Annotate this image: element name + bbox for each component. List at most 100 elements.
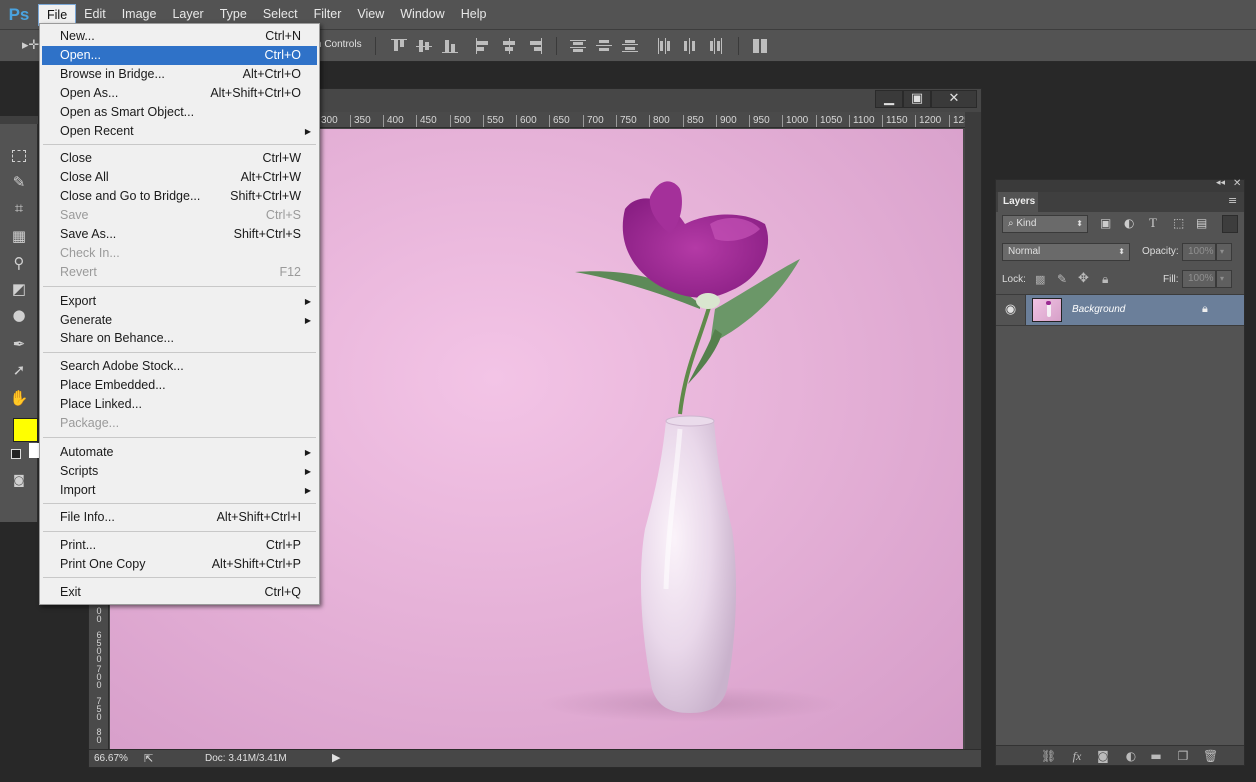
menu-edit[interactable]: Edit (76, 4, 114, 25)
menu-item-close-all[interactable]: Close All Alt+Ctrl+W (42, 168, 317, 187)
path-selection-tool-icon[interactable]: ➚ (9, 360, 29, 380)
blend-mode-dropdown[interactable]: Normal ⬍ (1002, 243, 1130, 261)
marquee-tool-icon[interactable] (9, 146, 29, 166)
menu-item-scripts[interactable]: Scripts ▶ (42, 462, 317, 481)
menu-item-generate[interactable]: Generate ▶ (42, 311, 317, 330)
blur-tool-icon[interactable]: ● (9, 305, 29, 325)
minimize-icon[interactable]: ▁ (875, 90, 903, 108)
menu-item-open-recent[interactable]: Open Recent ▶ (42, 122, 317, 141)
layer-style-fx-icon[interactable]: fx (1070, 749, 1084, 763)
menu-filter[interactable]: Filter (306, 4, 350, 25)
pen-tool-icon[interactable]: ✒ (9, 334, 29, 354)
transform-controls-label[interactable]: n Controls (316, 39, 362, 50)
menu-item-open[interactable]: Open... Ctrl+O (42, 46, 317, 65)
distribute-right-icon[interactable] (708, 38, 724, 54)
menu-item-share-on-behance[interactable]: Share on Behance... (42, 329, 317, 348)
lock-position-icon[interactable]: ✥ (1078, 271, 1089, 286)
panel-menu-icon[interactable]: ≡ (1228, 194, 1237, 207)
foreground-color-swatch[interactable] (13, 418, 38, 442)
menu-item-search-adobe-stock[interactable]: Search Adobe Stock... (42, 357, 317, 376)
adjustment-layer-icon[interactable]: ◐ (1124, 749, 1138, 763)
menu-item-file-info[interactable]: File Info... Alt+Shift+Ctrl+I (42, 508, 317, 527)
distribute-bottom-icon[interactable] (622, 38, 638, 54)
eraser-tool-icon[interactable]: ◩ (9, 279, 29, 299)
distribute-top-icon[interactable] (570, 38, 586, 54)
lock-pixels-icon[interactable]: ✎ (1057, 272, 1067, 286)
filter-adjustment-icon[interactable]: ◐ (1124, 216, 1134, 230)
align-vcenter-icon[interactable] (416, 38, 432, 54)
hand-tool-icon[interactable]: ✋ (9, 388, 29, 408)
lock-all-icon[interactable]: 🔒︎ (1102, 272, 1108, 287)
new-layer-icon[interactable]: ❐ (1176, 749, 1190, 763)
align-left-icon[interactable] (475, 38, 491, 54)
restore-icon[interactable]: ▣ (903, 90, 931, 108)
new-group-folder-icon[interactable]: ▬ (1149, 749, 1163, 763)
menu-help[interactable]: Help (453, 4, 495, 25)
close-icon[interactable]: ✕ (931, 90, 977, 108)
close-panel-icon[interactable]: ✕ (1233, 178, 1241, 189)
background-color-swatch[interactable] (29, 443, 39, 458)
share-icon[interactable]: ⇱ (144, 752, 153, 765)
distribute-left-icon[interactable] (656, 38, 672, 54)
menu-item-close[interactable]: Close Ctrl+W (42, 149, 317, 168)
ruler-label: 750 (616, 115, 637, 127)
eye-visibility-icon[interactable]: ◉ (996, 295, 1026, 325)
crop-tool-icon[interactable]: ⌗ (9, 198, 29, 218)
menu-item-place-linked[interactable]: Place Linked... (42, 395, 317, 414)
align-hcenter-icon[interactable] (501, 38, 517, 54)
default-colors-icon[interactable] (11, 449, 21, 459)
lock-transparent-icon[interactable]: ▩ (1035, 273, 1045, 286)
collapse-panel-icon[interactable]: ◂◂ (1216, 178, 1225, 188)
auto-align-icon[interactable] (752, 38, 768, 54)
zoom-level[interactable]: 66.67% (94, 753, 128, 764)
menu-item-export[interactable]: Export ▶ (42, 292, 317, 311)
menu-window[interactable]: Window (392, 4, 452, 25)
layer-row-background[interactable]: ◉ Background 🔒︎ (996, 294, 1244, 326)
add-mask-icon[interactable]: ◙ (1096, 749, 1110, 763)
filter-toggle[interactable] (1222, 215, 1238, 233)
menu-select[interactable]: Select (255, 4, 306, 25)
distribute-hcenter-icon[interactable] (682, 38, 698, 54)
menu-view[interactable]: View (349, 4, 392, 25)
toolbox-grip[interactable] (0, 116, 38, 124)
menu-layer[interactable]: Layer (164, 4, 211, 25)
align-bottom-icon[interactable] (442, 38, 458, 54)
panel-header-bar[interactable]: ◂◂ ✕ (996, 178, 1244, 192)
spot-healing-tool-icon[interactable]: ▦ (9, 226, 29, 246)
menu-item-automate[interactable]: Automate ▶ (42, 443, 317, 462)
menu-item-save-as[interactable]: Save As... Shift+Ctrl+S (42, 225, 317, 244)
filter-shape-icon[interactable]: ⬚ (1173, 216, 1184, 230)
quick-mask-icon[interactable]: ◙ (9, 470, 29, 490)
align-right-icon[interactable] (527, 38, 543, 54)
menu-item-place-embedded[interactable]: Place Embedded... (42, 376, 317, 395)
filter-type-icon[interactable]: T (1149, 215, 1157, 231)
fill-dropdown-icon[interactable]: ▾ (1216, 270, 1232, 288)
align-top-icon[interactable] (391, 38, 407, 54)
delete-layer-trash-icon[interactable]: 🗑︎ (1203, 749, 1218, 763)
distribute-vcenter-icon[interactable] (596, 38, 612, 54)
menu-item-open-as-smart-object[interactable]: Open as Smart Object... (42, 103, 317, 122)
menu-item-open-as[interactable]: Open As... Alt+Shift+Ctrl+O (42, 84, 317, 103)
status-menu-arrow-icon[interactable]: ▶ (332, 751, 340, 764)
menu-item-import[interactable]: Import ▶ (42, 481, 317, 500)
move-tool-icon[interactable]: ▸✛ (22, 38, 40, 54)
lasso-tool-icon[interactable]: ✎ (9, 172, 29, 192)
vertical-scrollbar[interactable] (965, 112, 981, 750)
menu-image[interactable]: Image (114, 4, 165, 25)
fill-input[interactable]: 100% (1182, 270, 1216, 288)
menu-item-exit[interactable]: Exit Ctrl+Q (42, 583, 317, 602)
opacity-dropdown-icon[interactable]: ▾ (1216, 243, 1232, 261)
filter-pixel-icon[interactable]: ▣ (1100, 216, 1111, 230)
stamp-tool-icon[interactable]: ⚲ (9, 253, 29, 273)
filter-smart-object-icon[interactable]: ▤ (1196, 216, 1207, 230)
opacity-input[interactable]: 100% (1182, 243, 1216, 261)
menu-item-print[interactable]: Print... Ctrl+P (42, 536, 317, 555)
menu-type[interactable]: Type (212, 4, 255, 25)
menu-item-print-one-copy[interactable]: Print One Copy Alt+Shift+Ctrl+P (42, 555, 317, 574)
menu-item-new[interactable]: New... Ctrl+N (42, 27, 317, 46)
layer-filter-kind-dropdown[interactable]: ⌕ Kind ⬍ (1002, 215, 1088, 233)
link-layers-icon[interactable]: ⛓ (1041, 749, 1056, 763)
menu-item-browse-in-bridge[interactable]: Browse in Bridge... Alt+Ctrl+O (42, 65, 317, 84)
tab-layers[interactable]: Layers (998, 192, 1038, 212)
menu-item-close-and-go-to-bridge[interactable]: Close and Go to Bridge... Shift+Ctrl+W (42, 187, 317, 206)
